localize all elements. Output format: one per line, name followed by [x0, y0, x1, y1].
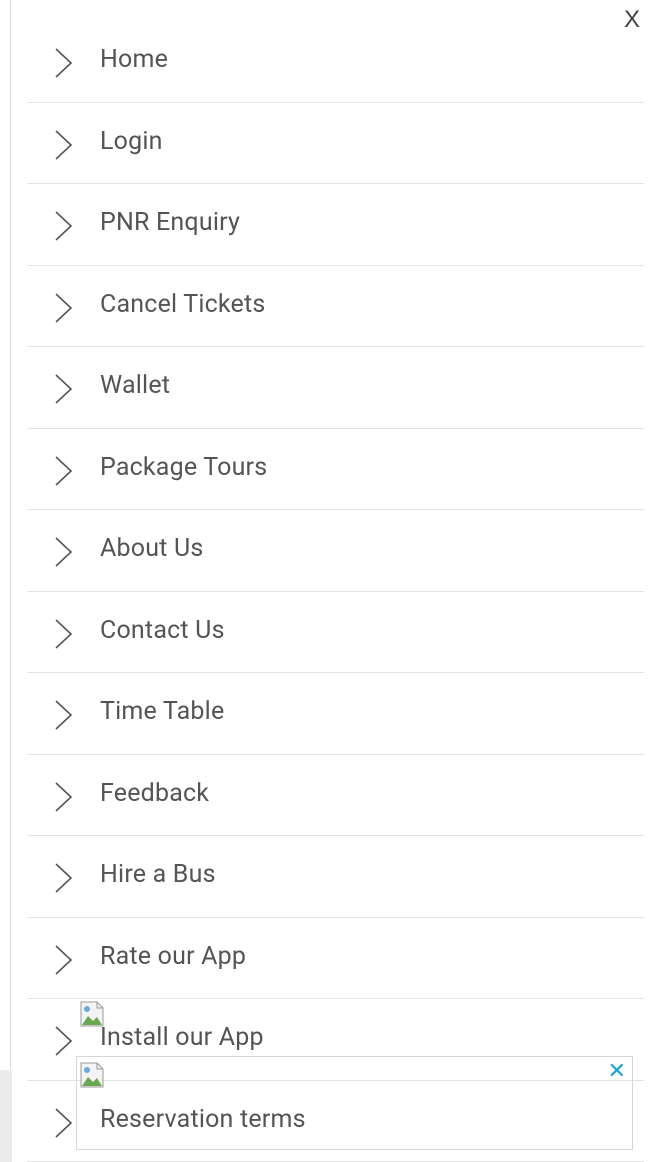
ad-banner[interactable]: ✕ [76, 1056, 633, 1150]
menu-item-label: About Us [100, 534, 204, 563]
drawer-menu: Home Login PNR Enquiry Cancel Tickets Wa… [27, 21, 644, 1162]
menu-item-wallet[interactable]: Wallet [27, 347, 644, 429]
menu-item-feedback[interactable]: Feedback [27, 755, 644, 836]
menu-item-label: Install our App [100, 1023, 264, 1052]
drawer-edge [10, 0, 11, 1070]
menu-item-label: Login [100, 126, 163, 156]
broken-image-icon [80, 1001, 104, 1027]
menu-item-label: Time Table [100, 697, 225, 726]
menu-item-rate-our-app[interactable]: Rate our App [27, 918, 644, 999]
chevron-right-icon [55, 48, 73, 78]
chevron-right-icon [55, 700, 73, 730]
menu-item-label: Package Tours [100, 452, 268, 482]
broken-image-icon [80, 1062, 104, 1088]
menu-item-label: Wallet [100, 371, 171, 400]
chevron-right-icon [55, 1107, 73, 1138]
chevron-right-icon [55, 374, 73, 404]
menu-item-label: Cancel Tickets [100, 289, 266, 319]
menu-item-pnr-enquiry[interactable]: PNR Enquiry [27, 184, 644, 266]
chevron-right-icon [55, 537, 73, 567]
menu-item-label: Home [100, 45, 169, 74]
chevron-right-icon [55, 129, 73, 160]
menu-item-time-table[interactable]: Time Table [27, 673, 644, 755]
chevron-right-icon [55, 944, 73, 975]
menu-item-label: Feedback [100, 778, 210, 808]
menu-item-label: PNR Enquiry [100, 208, 241, 237]
chevron-right-icon [55, 863, 73, 893]
menu-item-about-us[interactable]: About Us [27, 510, 644, 592]
navigation-drawer-screen: X Home Login PNR Enquiry Cancel Tickets … [0, 0, 656, 1162]
chevron-right-icon [55, 1026, 73, 1056]
menu-item-package-tours[interactable]: Package Tours [27, 429, 644, 510]
chevron-right-icon [55, 292, 73, 323]
menu-item-home[interactable]: Home [27, 21, 644, 103]
close-ad-icon[interactable]: ✕ [608, 1061, 626, 1083]
chevron-right-icon [55, 781, 73, 812]
menu-item-label: Rate our App [100, 941, 247, 971]
background-overlay-strip [0, 1070, 12, 1162]
menu-item-label: Contact Us [100, 615, 225, 645]
menu-item-contact-us[interactable]: Contact Us [27, 592, 644, 673]
chevron-right-icon [55, 618, 73, 649]
menu-item-hire-a-bus[interactable]: Hire a Bus [27, 836, 644, 918]
chevron-right-icon [55, 211, 73, 241]
menu-item-label: Hire a Bus [100, 860, 216, 889]
chevron-right-icon [55, 455, 73, 486]
menu-item-login[interactable]: Login [27, 103, 644, 184]
menu-item-cancel-tickets[interactable]: Cancel Tickets [27, 266, 644, 347]
